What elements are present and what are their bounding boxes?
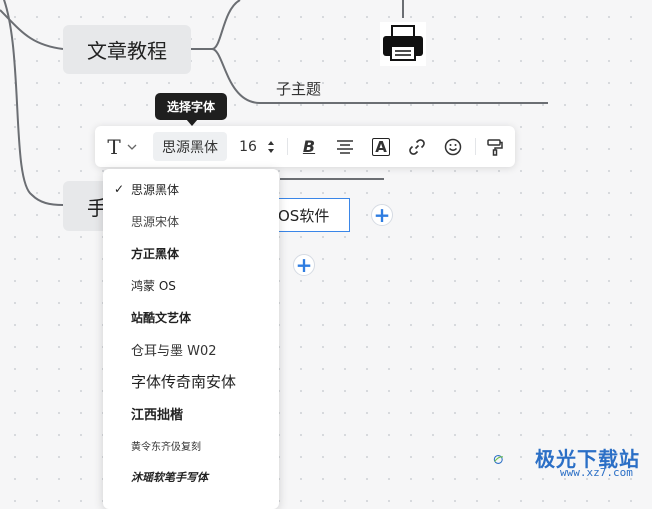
emoji-button[interactable] [439, 126, 467, 167]
font-option-label: 思源黑体 [131, 182, 180, 197]
text-style-icon: T [107, 134, 121, 159]
toolbar-divider [287, 138, 288, 155]
align-center-icon [337, 139, 353, 154]
font-color-button[interactable]: A [367, 126, 395, 167]
plus-icon: + [295, 253, 313, 277]
font-size-stepper[interactable]: 16 [235, 126, 279, 167]
font-option-label: 方正黑体 [131, 246, 180, 261]
link-button[interactable] [403, 126, 431, 167]
topic-node-article-tutorial[interactable]: 文章教程 [63, 25, 191, 74]
text-style-button[interactable]: T [103, 126, 141, 167]
mindmap-connectors [0, 0, 548, 206]
printer-icon [380, 22, 426, 66]
chevron-down-icon [127, 144, 137, 150]
font-option[interactable]: 思源宋体 [103, 205, 279, 237]
watermark-url: www.xz7.com [560, 466, 633, 479]
plus-icon: + [373, 203, 391, 227]
add-child-button[interactable]: + [371, 204, 393, 226]
font-option-label: 黄令东齐伋复刻 [131, 441, 201, 453]
topic-node-os-software[interactable]: OS软件 [268, 198, 350, 232]
format-painter-icon [487, 138, 503, 156]
font-option[interactable]: 鸿蒙 OS [103, 269, 279, 301]
font-option-label: 思源宋体 [131, 214, 180, 229]
font-option[interactable]: 沐瑶软笔手写体 [103, 461, 279, 493]
link-icon [409, 138, 425, 155]
subtopic-node[interactable]: 子主题 [276, 78, 321, 99]
toolbar-divider [475, 138, 476, 155]
emoji-icon [444, 138, 462, 155]
font-option-label: 鸿蒙 OS [131, 278, 176, 293]
font-family-select[interactable]: 思源黑体 [153, 132, 227, 161]
topic-node-label: 文章教程 [87, 39, 167, 63]
font-size-value: 16 [239, 138, 257, 155]
font-option[interactable]: ✓ 思源黑体 [103, 173, 279, 205]
bold-button[interactable]: B [295, 126, 323, 167]
font-option-label: 江西拙楷 [131, 407, 184, 423]
align-button[interactable] [331, 126, 359, 167]
font-option[interactable]: 字体传奇南安体 [103, 365, 279, 397]
font-option-label: 字体传奇南安体 [131, 372, 237, 391]
font-option-label: 沐瑶软笔手写体 [131, 471, 208, 484]
topic-node-label: OS软件 [278, 206, 330, 225]
tooltip-arrow [186, 119, 198, 126]
font-color-icon: A [372, 137, 390, 156]
stepper-arrows-icon[interactable] [267, 139, 275, 155]
font-family-dropdown: ✓ 思源黑体 思源宋体 方正黑体 鸿蒙 OS 站酷文艺体 仓耳与墨 W02 字体… [103, 169, 279, 509]
format-painter-button[interactable] [481, 126, 509, 167]
font-option[interactable]: 仓耳与墨 W02 [103, 333, 279, 365]
checkmark-icon: ✓ [114, 182, 125, 196]
bold-icon: B [302, 137, 316, 156]
font-option[interactable]: 方正黑体 [103, 237, 279, 269]
font-tooltip: 选择字体 [155, 93, 227, 120]
font-family-value: 思源黑体 [162, 139, 218, 156]
font-option[interactable]: 江西拙楷 [103, 397, 279, 429]
watermark-logo-icon [493, 455, 504, 464]
add-sibling-button[interactable]: + [293, 254, 315, 276]
font-option-label: 站酷文艺体 [131, 310, 192, 325]
font-option[interactable]: 黄令东齐伋复刻 [103, 429, 279, 461]
text-format-toolbar: T 思源黑体 16 B A [95, 126, 515, 167]
font-option[interactable]: 站酷文艺体 [103, 301, 279, 333]
topic-node-partial[interactable]: 手 [63, 181, 107, 231]
font-option-label: 仓耳与墨 W02 [131, 343, 217, 359]
